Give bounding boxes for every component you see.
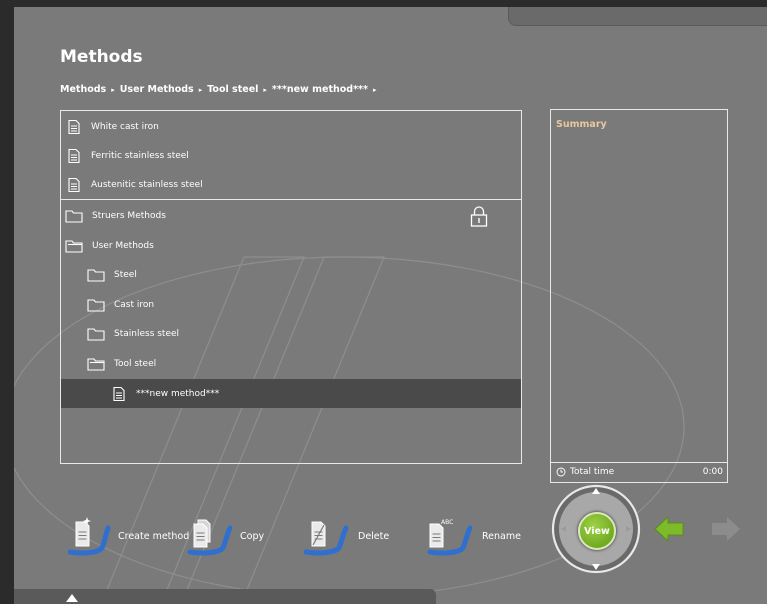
folder-item-steel[interactable]: Steel	[61, 260, 521, 289]
create-method-button[interactable]: Create method	[68, 515, 189, 557]
folder-item-tool-steel[interactable]: Tool steel	[61, 349, 521, 378]
folder-icon	[87, 268, 105, 282]
list-item-austenitic-stainless-steel[interactable]: Austenitic stainless steel	[61, 170, 521, 199]
document-icon	[68, 177, 80, 192]
chevron-right-icon: ▸	[263, 85, 267, 94]
back-arrow-icon[interactable]	[654, 516, 684, 542]
chevron-right-icon: ▸	[373, 85, 377, 94]
breadcrumb-item[interactable]: Methods	[60, 84, 106, 95]
list-item-label: Struers Methods	[92, 210, 166, 221]
list-item-label: ***new method***	[136, 388, 220, 399]
rename-icon: ABC	[427, 519, 473, 556]
top-status-bar	[508, 7, 767, 26]
create-document-icon	[68, 517, 111, 556]
list-item-label: White cast iron	[91, 121, 159, 132]
breadcrumb-item[interactable]: User Methods	[120, 84, 194, 95]
copy-button[interactable]: Copy	[184, 515, 264, 557]
document-icon	[113, 386, 125, 401]
clock-icon	[556, 467, 566, 477]
folder-icon	[87, 298, 105, 312]
list-item-ferritic-stainless-steel[interactable]: Ferritic stainless steel	[61, 141, 521, 170]
list-item-label: Austenitic stainless steel	[91, 179, 203, 190]
summary-panel: Summary Total time 0:00	[550, 109, 728, 483]
list-item-label: Tool steel	[114, 358, 157, 369]
lock-icon	[470, 206, 488, 227]
delete-document-icon	[303, 521, 349, 556]
folder-icon	[65, 209, 83, 223]
folder-item-struers-methods[interactable]: Struers Methods	[61, 201, 521, 230]
rename-label: Rename	[482, 530, 521, 542]
chevron-right-icon: ▸	[111, 85, 115, 94]
chevron-right-icon: ▸	[198, 85, 203, 94]
list-item-label: Stainless steel	[114, 328, 180, 339]
rename-button[interactable]: ABC Rename	[424, 515, 521, 557]
list-item-new-method-selected[interactable]: ***new method***	[61, 379, 521, 408]
summary-divider	[551, 462, 727, 463]
breadcrumb-item[interactable]: Tool steel	[207, 84, 258, 95]
list-divider	[61, 199, 521, 200]
copy-label: Copy	[240, 530, 265, 542]
total-time-value: 0:00	[702, 467, 723, 477]
forward-arrow-icon[interactable]	[711, 516, 741, 542]
total-time-label: Total time	[570, 467, 615, 477]
folder-open-icon	[87, 357, 105, 371]
breadcrumb: Methods ▸ User Methods ▸ Tool steel ▸ **…	[60, 84, 382, 95]
summary-title: Summary	[556, 119, 607, 130]
methods-screen: Methods Methods ▸ User Methods ▸ Tool st…	[14, 7, 767, 604]
list-item-label: Cast iron	[114, 299, 155, 310]
folder-item-cast-iron[interactable]: Cast iron	[61, 290, 521, 319]
page-title: Methods	[60, 47, 143, 67]
document-icon	[68, 148, 80, 163]
list-item-label: Steel	[114, 269, 137, 280]
delete-button[interactable]: Delete	[300, 515, 389, 557]
expand-up-icon[interactable]	[66, 594, 78, 602]
folder-open-icon	[65, 239, 83, 253]
list-item-white-cast-iron[interactable]: White cast iron	[61, 112, 521, 141]
svg-text:ABC: ABC	[441, 519, 453, 526]
folder-item-stainless-steel[interactable]: Stainless steel	[61, 319, 521, 348]
copy-icon	[187, 519, 233, 556]
folder-icon	[87, 327, 105, 341]
list-item-label: User Methods	[92, 240, 154, 251]
document-icon	[68, 119, 80, 134]
view-button[interactable]: View	[578, 512, 616, 550]
list-item-label: Ferritic stainless steel	[91, 150, 189, 161]
total-time-row: Total time	[556, 467, 614, 477]
delete-label: Delete	[358, 530, 390, 542]
folder-item-user-methods[interactable]: User Methods	[61, 231, 521, 260]
method-list: White cast iron Ferritic stainless steel…	[60, 110, 522, 464]
breadcrumb-item[interactable]: ***new method***	[272, 84, 368, 95]
create-method-label: Create method	[118, 530, 190, 542]
